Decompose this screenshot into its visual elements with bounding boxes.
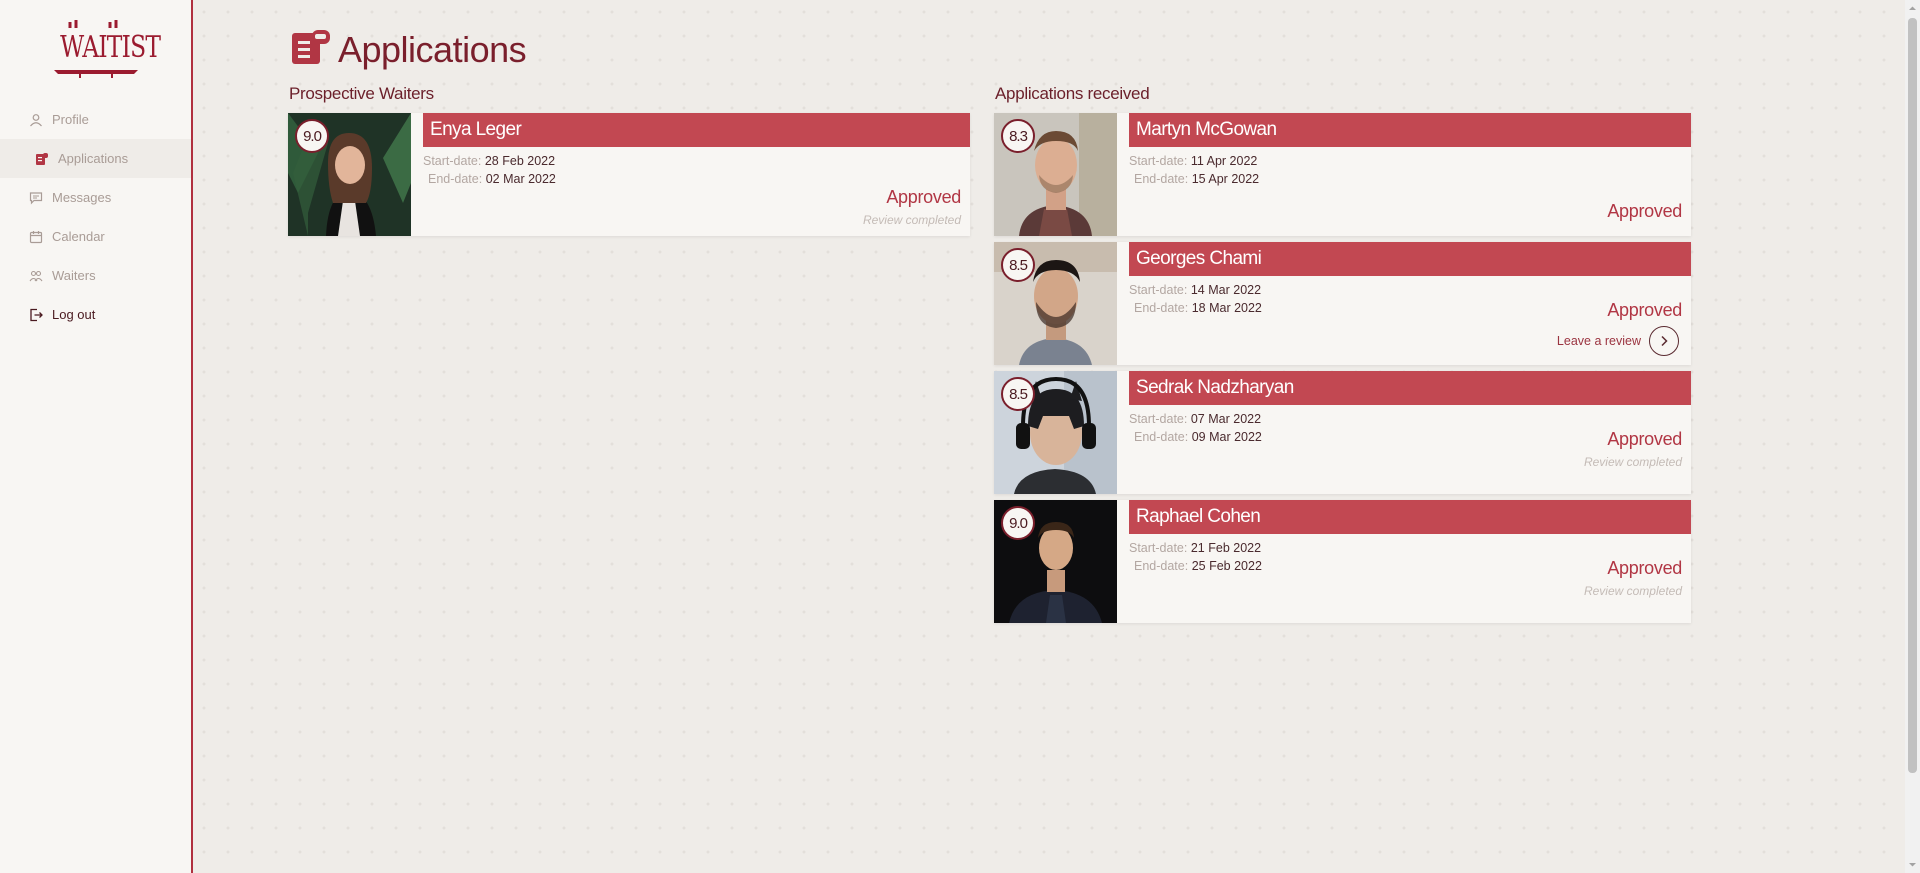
rating-badge: 8.3 — [1001, 119, 1035, 153]
application-card[interactable]: 8.5 Georges Chami Start-date: 14 Mar 202… — [994, 242, 1691, 365]
page-title: Applications — [290, 28, 527, 71]
rating-badge: 8.5 — [1001, 377, 1035, 411]
sidebar-item-label: Log out — [52, 307, 96, 322]
rating-badge: 9.0 — [295, 119, 329, 153]
chat-icon — [29, 191, 43, 205]
received-section-title: Applications received — [995, 84, 1150, 103]
logout-icon — [29, 308, 43, 322]
review-status: Review completed — [862, 213, 961, 227]
start-date-label: Start-date: — [1129, 541, 1188, 555]
rating-badge: 9.0 — [1001, 506, 1035, 540]
user-icon — [29, 113, 43, 127]
start-date-value: 21 Feb 2022 — [1190, 541, 1262, 555]
sidebar-item-calendar[interactable]: Calendar — [0, 217, 191, 256]
application-card[interactable]: 8.3 Martyn McGowan Start-date: 11 Apr 20… — [994, 113, 1691, 236]
status-badge: Approved — [886, 187, 961, 207]
sidebar-item-profile[interactable]: Profile — [0, 100, 191, 139]
applicant-name[interactable]: Martyn McGowan — [1129, 113, 1691, 147]
sidebar-item-label: Calendar — [52, 229, 105, 244]
scrollbar-thumb[interactable] — [1908, 18, 1917, 773]
leave-review-button[interactable]: Leave a review — [1557, 326, 1679, 356]
sidebar-item-label: Applications — [58, 151, 129, 166]
application-card[interactable]: 9.0 Enya Leger Start-date: 28 Feb 2022 E… — [288, 113, 970, 236]
page-title-text: Applications — [338, 28, 527, 70]
end-date-value: 09 Mar 2022 — [1191, 430, 1262, 444]
sidebar-nav: Profile Applications Messages Calendar W… — [0, 100, 191, 334]
start-date-value: 14 Mar 2022 — [1190, 283, 1262, 297]
end-date-label: End-date: — [428, 172, 483, 186]
sidebar-item-label: Profile — [52, 112, 89, 127]
end-date-label: End-date: — [1134, 301, 1189, 315]
date-range: Start-date: 28 Feb 2022 End-date: 02 Mar… — [423, 152, 556, 188]
end-date-label: End-date: — [1134, 430, 1189, 444]
date-range: Start-date: 14 Mar 2022 End-date: 18 Mar… — [1129, 281, 1262, 317]
applicant-name[interactable]: Georges Chami — [1129, 242, 1691, 276]
calendar-icon — [29, 230, 43, 244]
application-card[interactable]: 8.5 Sedrak Nadzharyan Start-date: 07 Mar… — [994, 371, 1691, 494]
end-date-label: End-date: — [1134, 172, 1189, 186]
chevron-right-icon[interactable] — [1649, 326, 1679, 356]
end-date-value: 18 Mar 2022 — [1191, 301, 1262, 315]
date-range: Start-date: 07 Mar 2022 End-date: 09 Mar… — [1129, 410, 1262, 446]
status-badge: Approved — [1607, 429, 1682, 449]
start-date-value: 07 Mar 2022 — [1190, 412, 1262, 426]
scroll-down-icon[interactable] — [1908, 860, 1917, 869]
applicant-name[interactable]: Enya Leger — [423, 113, 970, 147]
people-icon — [29, 269, 43, 283]
review-status: Review completed — [1583, 455, 1682, 469]
sidebar-item-label: Waiters — [52, 268, 96, 283]
start-date-label: Start-date: — [1129, 154, 1188, 168]
end-date-label: End-date: — [1134, 559, 1189, 573]
prospective-section-title: Prospective Waiters — [289, 84, 434, 103]
status-badge: Approved — [1607, 201, 1682, 221]
status-badge: Approved — [1607, 300, 1682, 320]
scroll-up-icon[interactable] — [1908, 4, 1917, 13]
date-range: Start-date: 21 Feb 2022 End-date: 25 Feb… — [1129, 539, 1262, 575]
date-range: Start-date: 11 Apr 2022 End-date: 15 Apr… — [1129, 152, 1259, 188]
logo-text: WAITIST — [60, 30, 161, 65]
sidebar-item-logout[interactable]: Log out — [0, 295, 191, 334]
status-badge: Approved — [1607, 558, 1682, 578]
waitist-logo[interactable]: WAITIST — [50, 18, 161, 80]
start-date-label: Start-date: — [1129, 283, 1188, 297]
start-date-value: 28 Feb 2022 — [484, 154, 556, 168]
end-date-value: 02 Mar 2022 — [485, 172, 556, 186]
sidebar-item-messages[interactable]: Messages — [0, 178, 191, 217]
rating-badge: 8.5 — [1001, 248, 1035, 282]
scroll-icon — [290, 28, 332, 71]
vertical-scrollbar[interactable] — [1905, 0, 1920, 873]
scroll-icon — [35, 152, 49, 166]
sidebar: WAITIST Profile Applications Messages Ca… — [0, 0, 193, 873]
applicant-name[interactable]: Raphael Cohen — [1129, 500, 1691, 534]
sidebar-item-waiters[interactable]: Waiters — [0, 256, 191, 295]
applicant-name[interactable]: Sedrak Nadzharyan — [1129, 371, 1691, 405]
application-card[interactable]: 9.0 Raphael Cohen Start-date: 21 Feb 202… — [994, 500, 1691, 623]
end-date-value: 15 Apr 2022 — [1191, 172, 1260, 186]
review-status: Review completed — [1583, 584, 1682, 598]
start-date-label: Start-date: — [1129, 412, 1188, 426]
start-date-label: Start-date: — [423, 154, 482, 168]
sidebar-item-applications[interactable]: Applications — [0, 139, 191, 178]
end-date-value: 25 Feb 2022 — [1191, 559, 1262, 573]
sidebar-item-label: Messages — [52, 190, 112, 205]
start-date-value: 11 Apr 2022 — [1190, 154, 1258, 168]
leave-review-label: Leave a review — [1556, 334, 1641, 348]
